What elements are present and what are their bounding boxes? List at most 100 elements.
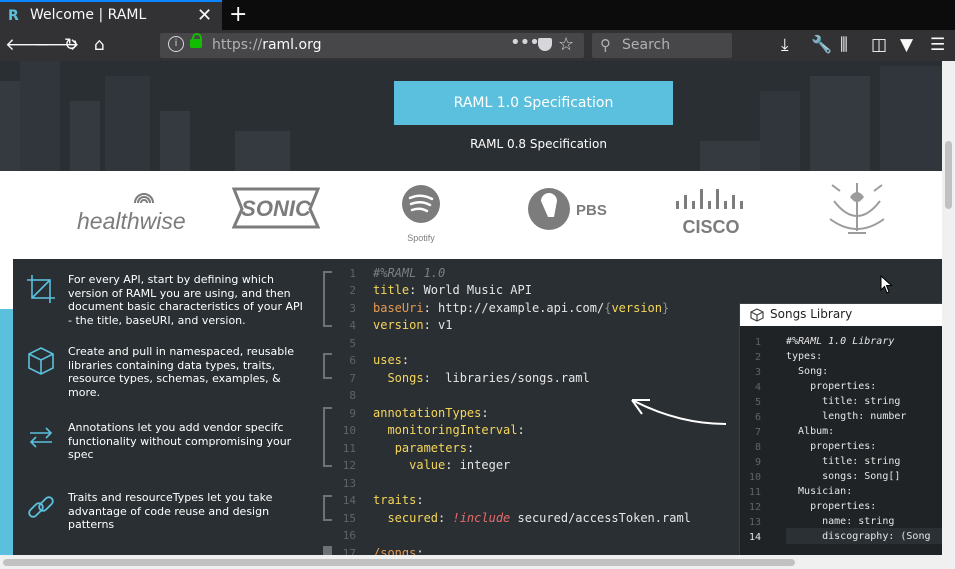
cube-icon [750,308,764,322]
pocket-icon[interactable] [538,38,552,51]
code-line: Song: [786,366,829,377]
line-number: 4 [349,319,356,332]
line-number: 17 [342,547,356,555]
tab-title: Welcome | RAML [30,7,147,23]
bookmark-star-icon[interactable]: ☆ [558,34,574,55]
line-number: 1 [754,337,761,348]
new-tab-icon[interactable]: + [229,2,247,27]
code-line: songs: Song[] [786,471,901,482]
lock-icon [190,33,202,48]
library-icon[interactable]: ⫼ [840,34,848,56]
code-line: Musician: [786,486,853,497]
code-line: #%RAML 1.0 Library [786,336,895,347]
search-icon: ⚲ [600,36,611,54]
customer-logos: healthwise SONIC Spotify PBS CISCO [0,171,942,259]
menu-icon[interactable]: ☰ [930,34,945,56]
code-line: parameters: [394,441,475,455]
code-line: version: v1 [373,318,453,332]
songs-library-title: Songs Library [770,307,853,321]
sonic-logo-text: SONIC [241,196,312,221]
line-number: 13 [342,477,356,490]
line-number: 4 [754,382,761,393]
line-number: 13 [748,517,761,528]
line-number: 16 [342,529,356,542]
line-number: 7 [349,372,356,385]
cisco-logo: CISCO [670,171,754,259]
search-placeholder: Search [622,37,671,53]
code-line: discography: (Song [786,531,931,542]
line-number: 1 [349,267,356,280]
raml-1-0-spec-button[interactable]: RAML 1.0 Specification [394,81,673,125]
code-line: traits: [373,493,424,507]
cisco-logo-text: CISCO [682,217,739,237]
line-number: 14 [748,532,761,543]
code-line: title: World Music API [373,283,532,297]
hero-banner: RAML 1.0 Specification RAML 0.8 Specific… [0,61,942,171]
line-number: 5 [349,337,356,350]
sonic-logo: SONIC [231,171,321,259]
sidebar-icon[interactable]: ◫ [871,34,887,56]
vertical-scrollbar-thumb[interactable] [945,141,952,209]
close-tab-icon[interactable]: ✕ [197,5,212,26]
horizontal-scrollbar-thumb[interactable] [3,559,795,566]
line-number: 5 [754,397,761,408]
tab-strip: R Welcome | RAML ✕ + [0,0,955,30]
page-actions-icon[interactable]: ••• [510,32,540,53]
line-number: 9 [349,407,356,420]
songs-library-header: Songs Library [740,304,942,326]
line-number: 2 [349,284,356,297]
horizontal-scrollbar[interactable] [0,555,955,569]
home-icon[interactable]: ⌂ [94,34,105,56]
raml-favicon-icon: R [8,8,19,24]
arrow-pointer-icon [631,399,727,425]
browser-tab[interactable]: R Welcome | RAML ✕ [0,0,222,30]
line-number: 9 [754,457,761,468]
line-number: 10 [342,424,356,437]
code-line: value: integer [409,458,511,472]
code-line: Album: [786,426,835,437]
spotify-logo: Spotify [398,171,444,259]
accent-bar [0,309,13,555]
reload-icon[interactable]: ↻ [64,34,78,56]
vertical-scrollbar[interactable] [942,61,955,555]
code-line: monitoringInterval: [387,423,525,437]
tools-icon[interactable]: 🔧 [811,34,832,56]
code-line: properties: [786,441,877,452]
url-bar[interactable]: i https://raml.org ••• ☆ [160,32,584,58]
code-line: title: string [786,396,901,407]
line-number: 14 [342,494,356,507]
pbs-logo-text: PBS [576,202,607,219]
songs-library-panel: Songs Library 1 2 3 4 5 6 7 8 9 10 11 12… [739,303,942,555]
url-text: https://raml.org [212,37,322,53]
code-line: title: string [786,456,901,467]
page-content: RAML 1.0 Specification RAML 0.8 Specific… [0,61,942,555]
feature-text: Annotations let you add vendor specifc f… [68,421,292,461]
line-number: 2 [754,352,761,363]
repeat-arrows-icon [29,427,53,448]
site-info-icon[interactable]: i [168,36,184,52]
spotify-logo-text: Spotify [407,233,435,243]
line-number: 8 [754,442,761,453]
download-icon[interactable]: ⤓ [781,34,789,56]
raml-0-8-spec-link[interactable]: RAML 0.8 Specification [0,137,942,151]
code-line: baseUri: http://example.api.com/{version… [373,301,670,315]
crop-icon [27,275,55,303]
line-number: 3 [349,302,356,315]
anheuser-busch-logo [826,171,888,259]
code-line: types: [786,351,823,362]
navigation-toolbar: 🡐 🡒 ↻ ⌂ i https://raml.org ••• ☆ ⚲ Searc… [0,30,955,61]
line-number: 6 [349,354,356,367]
search-field[interactable]: ⚲ Search [592,33,732,58]
code-line: /songs: [373,546,424,555]
line-number: 12 [748,502,761,513]
cube-icon [28,347,54,375]
line-number: 12 [342,459,356,472]
extension-icon[interactable]: ▼ [900,34,913,56]
code-line: properties: [786,381,877,392]
line-number: 7 [754,427,761,438]
healthwise-logo: healthwise [75,171,190,259]
code-line: Songs: libraries/songs.raml [387,371,590,385]
mouse-cursor-icon [880,275,893,294]
code-line: uses: [373,353,410,367]
line-number: 6 [754,412,761,423]
